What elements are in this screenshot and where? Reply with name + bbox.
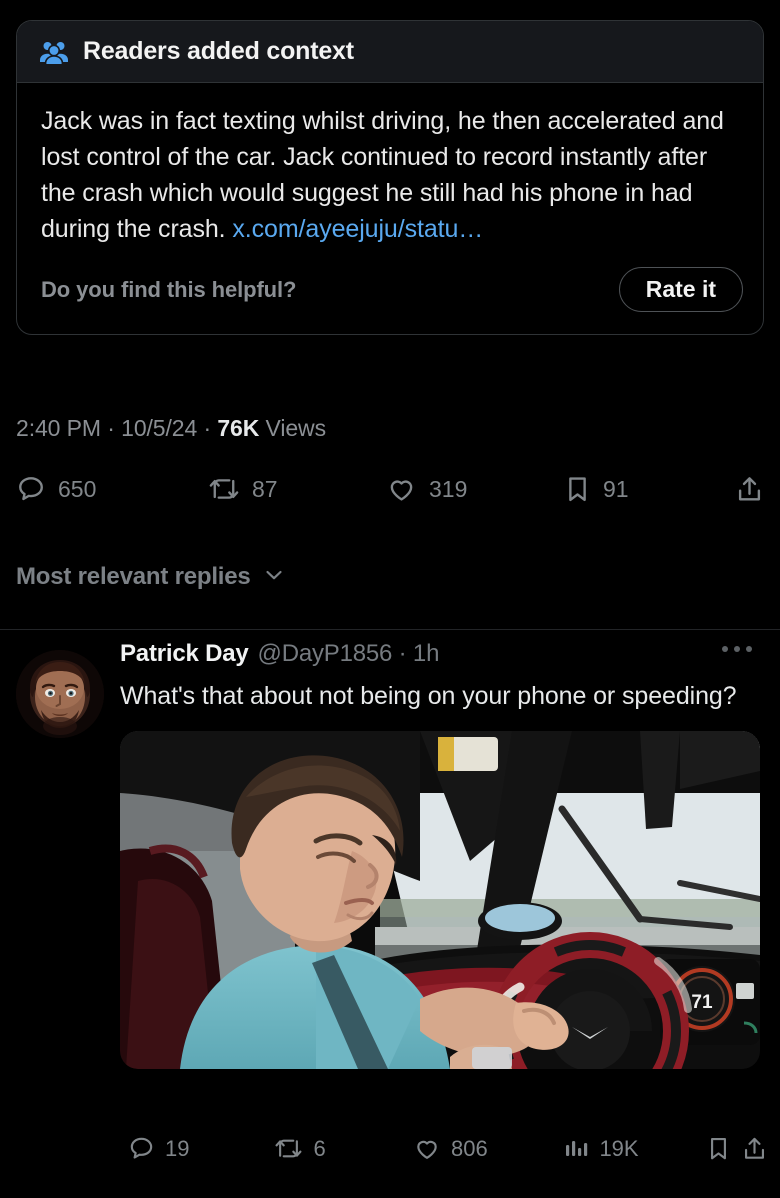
share-icon [741,1135,768,1162]
reply-views-count: 19K [599,1135,639,1161]
bookmark-count: 91 [603,475,629,502]
meta-separator-1: · [107,415,115,441]
reply-icon [128,1135,155,1162]
bookmark-action[interactable]: 91 [564,474,704,504]
tweet-date: 10/5/24 [121,415,198,441]
reply-display-name[interactable]: Patrick Day [120,640,249,668]
like-count: 319 [429,475,468,502]
heart-icon [413,1135,441,1162]
reply-content: Patrick Day @DayP1856 · 1h What's that a… [120,640,764,1069]
reply-views-action[interactable]: 19K [563,1136,702,1162]
tweet-meta-row: 2:40 PM · 10/5/24 · 76K Views [16,415,326,442]
share-icon [735,474,764,504]
bookmark-icon [706,1135,731,1162]
reply-like-count: 806 [451,1135,488,1161]
reply-reply-count: 19 [165,1135,190,1161]
retweet-icon [208,474,240,504]
community-note-source-link[interactable]: x.com/ayeejuju/statu… [232,215,483,243]
reply-share-action[interactable] [741,1135,768,1162]
more-horizontal-icon[interactable] [722,646,752,652]
chevron-down-icon [263,564,285,591]
reply-action-bar: 19 6 806 19K [128,1135,768,1162]
reply-handle-and-time: @DayP1856 · 1h [257,640,440,667]
rate-it-button[interactable]: Rate it [618,267,743,312]
tweet-views-count: 76K [217,415,260,441]
most-relevant-replies-toggle[interactable]: Most relevant replies [16,563,285,591]
tweet-time: 2:40 PM [16,415,101,441]
avatar[interactable] [16,650,104,738]
most-relevant-replies-label: Most relevant replies [16,563,251,590]
reply-bookmark-action[interactable] [706,1135,741,1162]
community-note-title: Readers added context [83,37,354,65]
community-note-card: Readers added context Jack was in fact t… [16,20,764,335]
community-note-footer: Do you find this helpful? Rate it [17,253,763,334]
community-note-body: Jack was in fact texting whilst driving,… [17,83,763,253]
reply-retweet-count: 6 [313,1135,326,1161]
retweet-action[interactable]: 87 [208,474,386,504]
views-bar-chart-icon [563,1136,589,1162]
reply-action[interactable]: 650 [16,474,208,504]
reply-reply-action[interactable]: 19 [128,1135,274,1162]
reply-like-action[interactable]: 806 [413,1135,563,1162]
reply-header: Patrick Day @DayP1856 · 1h [120,640,764,676]
reply-icon [16,474,46,504]
helpful-prompt-label: Do you find this helpful? [41,276,297,302]
tweet-views-label: Views [265,415,327,441]
reply-retweet-action[interactable]: 6 [274,1135,413,1162]
meta-separator-2: · [203,415,212,441]
like-action[interactable]: 319 [386,474,564,504]
reply-count: 650 [58,475,97,502]
community-group-icon [39,40,69,66]
reply-text: What's that about not being on your phon… [120,682,737,710]
heart-icon [386,474,417,504]
retweet-icon [274,1135,303,1162]
reply-media-video[interactable]: 71 [120,731,760,1069]
tweet-action-bar: 650 87 319 91 [16,474,764,504]
speedometer-value: 71 [691,992,713,1013]
bookmark-icon [564,474,591,504]
tweet-detail-screen: Readers added context Jack was in fact t… [0,0,780,1198]
section-divider [0,629,780,630]
retweet-count: 87 [252,475,278,502]
share-action[interactable] [735,474,764,504]
community-note-header: Readers added context [17,21,763,83]
